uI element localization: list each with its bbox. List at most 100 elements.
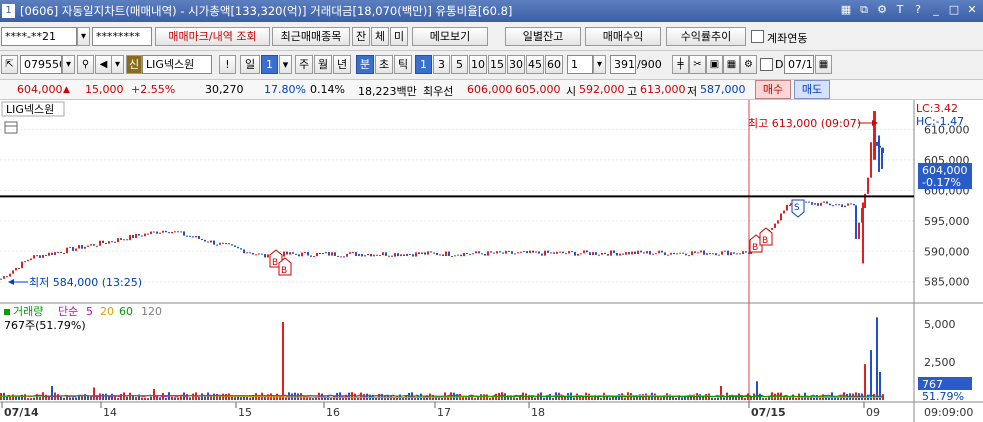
recent-trade-button[interactable]: 최근매매종목	[272, 27, 350, 46]
volume-bar	[6, 396, 8, 400]
daily-balance-button[interactable]: 일별잔고	[505, 27, 581, 46]
mi-button[interactable]: 미	[390, 27, 408, 46]
speaker-dropdown-icon[interactable]: ▾	[111, 55, 124, 74]
candle	[96, 245, 98, 247]
view-count-input[interactable]: 391	[610, 55, 636, 74]
candle	[448, 251, 450, 256]
stock-name-input[interactable]: LIG넥스원	[142, 55, 212, 74]
candle	[703, 250, 705, 255]
volume-bar	[198, 397, 200, 400]
period-day-count[interactable]: 1	[261, 55, 278, 74]
minimize-icon[interactable]: _	[929, 3, 943, 17]
candle	[264, 254, 266, 258]
password-input[interactable]: ********	[92, 27, 152, 46]
candle	[550, 252, 552, 254]
linked-checkbox[interactable]	[751, 30, 764, 43]
memo-button[interactable]: 메모보기	[412, 27, 488, 46]
jan-button[interactable]: 잔	[352, 27, 370, 46]
volume-bar	[282, 322, 284, 400]
interval-button-5[interactable]: 5	[451, 55, 468, 74]
candle	[733, 252, 735, 254]
trade-mark-button[interactable]: 매매마크/내역 조회	[155, 27, 270, 46]
count-dropdown-icon[interactable]: ▾	[593, 55, 606, 74]
tile-icon[interactable]: ⧉	[857, 3, 871, 17]
candle	[619, 253, 621, 256]
che-button[interactable]: 체	[371, 27, 389, 46]
d-checkbox[interactable]	[760, 58, 773, 71]
account-input[interactable]: ****-**21	[1, 27, 77, 46]
candle	[75, 248, 77, 251]
settings-icon[interactable]: ⚙	[875, 3, 889, 17]
text-icon[interactable]: T	[893, 3, 907, 17]
period-month-button[interactable]: 월	[314, 55, 332, 74]
account-dropdown-icon[interactable]: ▾	[77, 27, 90, 46]
code-input[interactable]: 079550	[20, 55, 62, 74]
help-icon[interactable]: ?	[911, 3, 925, 17]
candle	[535, 251, 537, 253]
period-tick-button[interactable]: 틱	[394, 55, 412, 74]
quote-change: 15,000	[85, 83, 124, 96]
period-day-button[interactable]: 일	[240, 55, 260, 74]
trade-profit-button[interactable]: 매매수익	[585, 27, 661, 46]
candle	[258, 253, 260, 255]
interval-button-30[interactable]: 30	[507, 55, 525, 74]
buy-button[interactable]: 매수	[755, 80, 791, 99]
candle	[415, 252, 417, 257]
candle	[78, 245, 80, 249]
candle	[610, 250, 612, 256]
x-tick-label: 17	[437, 406, 451, 419]
candle	[93, 244, 95, 246]
pin-icon[interactable]: ▦	[839, 3, 853, 17]
profit-trend-button[interactable]: 수익률추이	[666, 27, 746, 46]
gear-icon[interactable]: ⚙	[740, 55, 757, 74]
svg-text:B: B	[272, 258, 278, 268]
candle	[715, 253, 717, 256]
candle	[433, 252, 435, 254]
period-year-button[interactable]: 년	[333, 55, 351, 74]
sell-button[interactable]: 매도	[794, 80, 830, 99]
vol-pct: 51.79%	[922, 390, 964, 403]
period-week-button[interactable]: 주	[295, 55, 313, 74]
period-second-button[interactable]: 초	[375, 55, 393, 74]
price-chart[interactable]: LIG넥스원 LC:3.42 HC:-1.47 최고 613,000 (09:0…	[0, 100, 983, 422]
calendar-icon[interactable]: ▦	[815, 55, 832, 74]
count-input[interactable]: 1	[567, 55, 593, 74]
code-dropdown-icon[interactable]: ▾	[62, 55, 75, 74]
speaker-icon[interactable]: ◀	[95, 55, 112, 74]
volume-bar	[315, 397, 317, 400]
quote-volume: 30,270	[205, 83, 244, 96]
interval-button-60[interactable]: 60	[545, 55, 563, 74]
volume-bar	[768, 396, 770, 400]
grid-icon[interactable]: ▦	[723, 55, 740, 74]
interval-button-10[interactable]: 10	[469, 55, 487, 74]
volume-bar	[141, 397, 143, 400]
volume-bar	[174, 397, 176, 400]
save-icon[interactable]: ▣	[706, 55, 723, 74]
quote-ask: 606,000	[467, 83, 513, 96]
scissor-icon[interactable]: ✂	[689, 55, 706, 74]
history-icon[interactable]: ⇱	[1, 55, 18, 74]
interval-button-3[interactable]: 3	[433, 55, 450, 74]
volume-bar	[441, 397, 443, 400]
volume-bar	[660, 397, 662, 400]
search-icon[interactable]: ⚲	[77, 55, 94, 74]
candle	[165, 230, 167, 233]
candle	[261, 253, 263, 255]
date-input[interactable]: 07/15	[784, 55, 814, 74]
candle	[881, 147, 883, 169]
volume-bar	[342, 397, 344, 400]
candle	[592, 252, 594, 255]
maximize-icon[interactable]: □	[947, 3, 961, 17]
candle	[63, 253, 65, 255]
period-minute-button[interactable]: 분	[356, 55, 374, 74]
candle-tool-icon[interactable]: ╪	[672, 55, 689, 74]
warning-button[interactable]: !	[219, 55, 236, 74]
period-day-dropdown[interactable]: ▾	[279, 55, 292, 74]
x-tick-label: 15	[238, 406, 252, 419]
interval-button-1[interactable]: 1	[415, 55, 432, 74]
candle	[21, 261, 23, 269]
interval-button-15[interactable]: 15	[488, 55, 506, 74]
interval-button-45[interactable]: 45	[526, 55, 544, 74]
volume-bar	[561, 396, 563, 400]
close-icon[interactable]: ✕	[965, 3, 979, 17]
